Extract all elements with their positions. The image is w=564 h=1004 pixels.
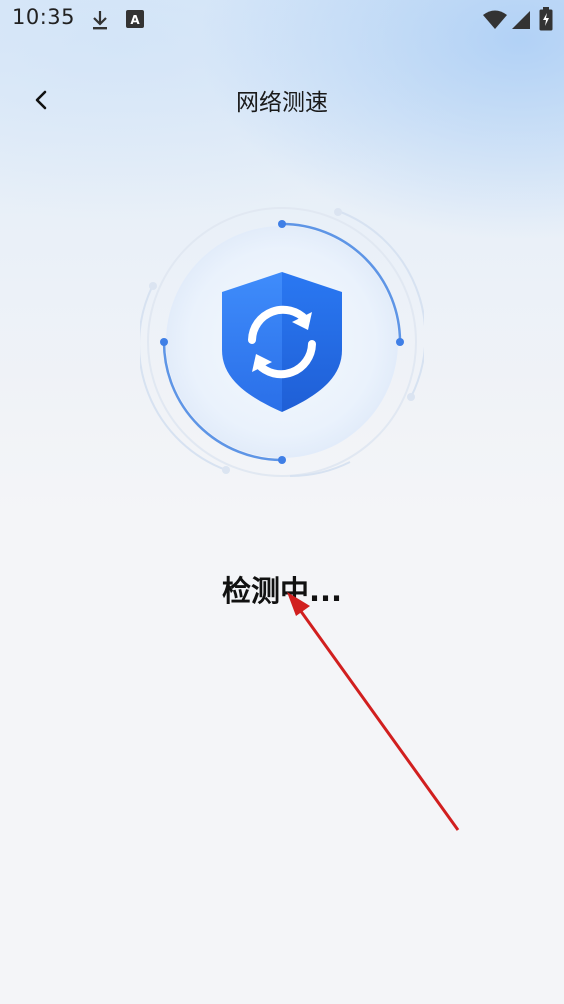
page-background [0, 0, 564, 1004]
ring-dot-faint [222, 466, 230, 474]
page-title: 网络测速 [236, 90, 328, 116]
battery-charging-icon [539, 7, 553, 35]
detecting-status-text: 检测中... [221, 574, 343, 608]
signal-icon [511, 10, 531, 34]
status-time: 10:35 [12, 5, 76, 29]
ring-dot [278, 456, 286, 464]
wifi-icon [482, 10, 508, 34]
svg-text:A: A [130, 13, 140, 27]
download-icon [90, 9, 110, 35]
ring-dot-faint [407, 393, 415, 401]
keyboard-a-icon: A [125, 9, 145, 33]
ring-dot-faint [149, 282, 157, 290]
ring-dot [396, 338, 404, 346]
ring-dot-faint [334, 208, 342, 216]
status-bar: 10:35 A [0, 0, 564, 40]
scanner-illustration [138, 200, 427, 484]
ring-dot [278, 220, 286, 228]
ring-dot [160, 338, 168, 346]
